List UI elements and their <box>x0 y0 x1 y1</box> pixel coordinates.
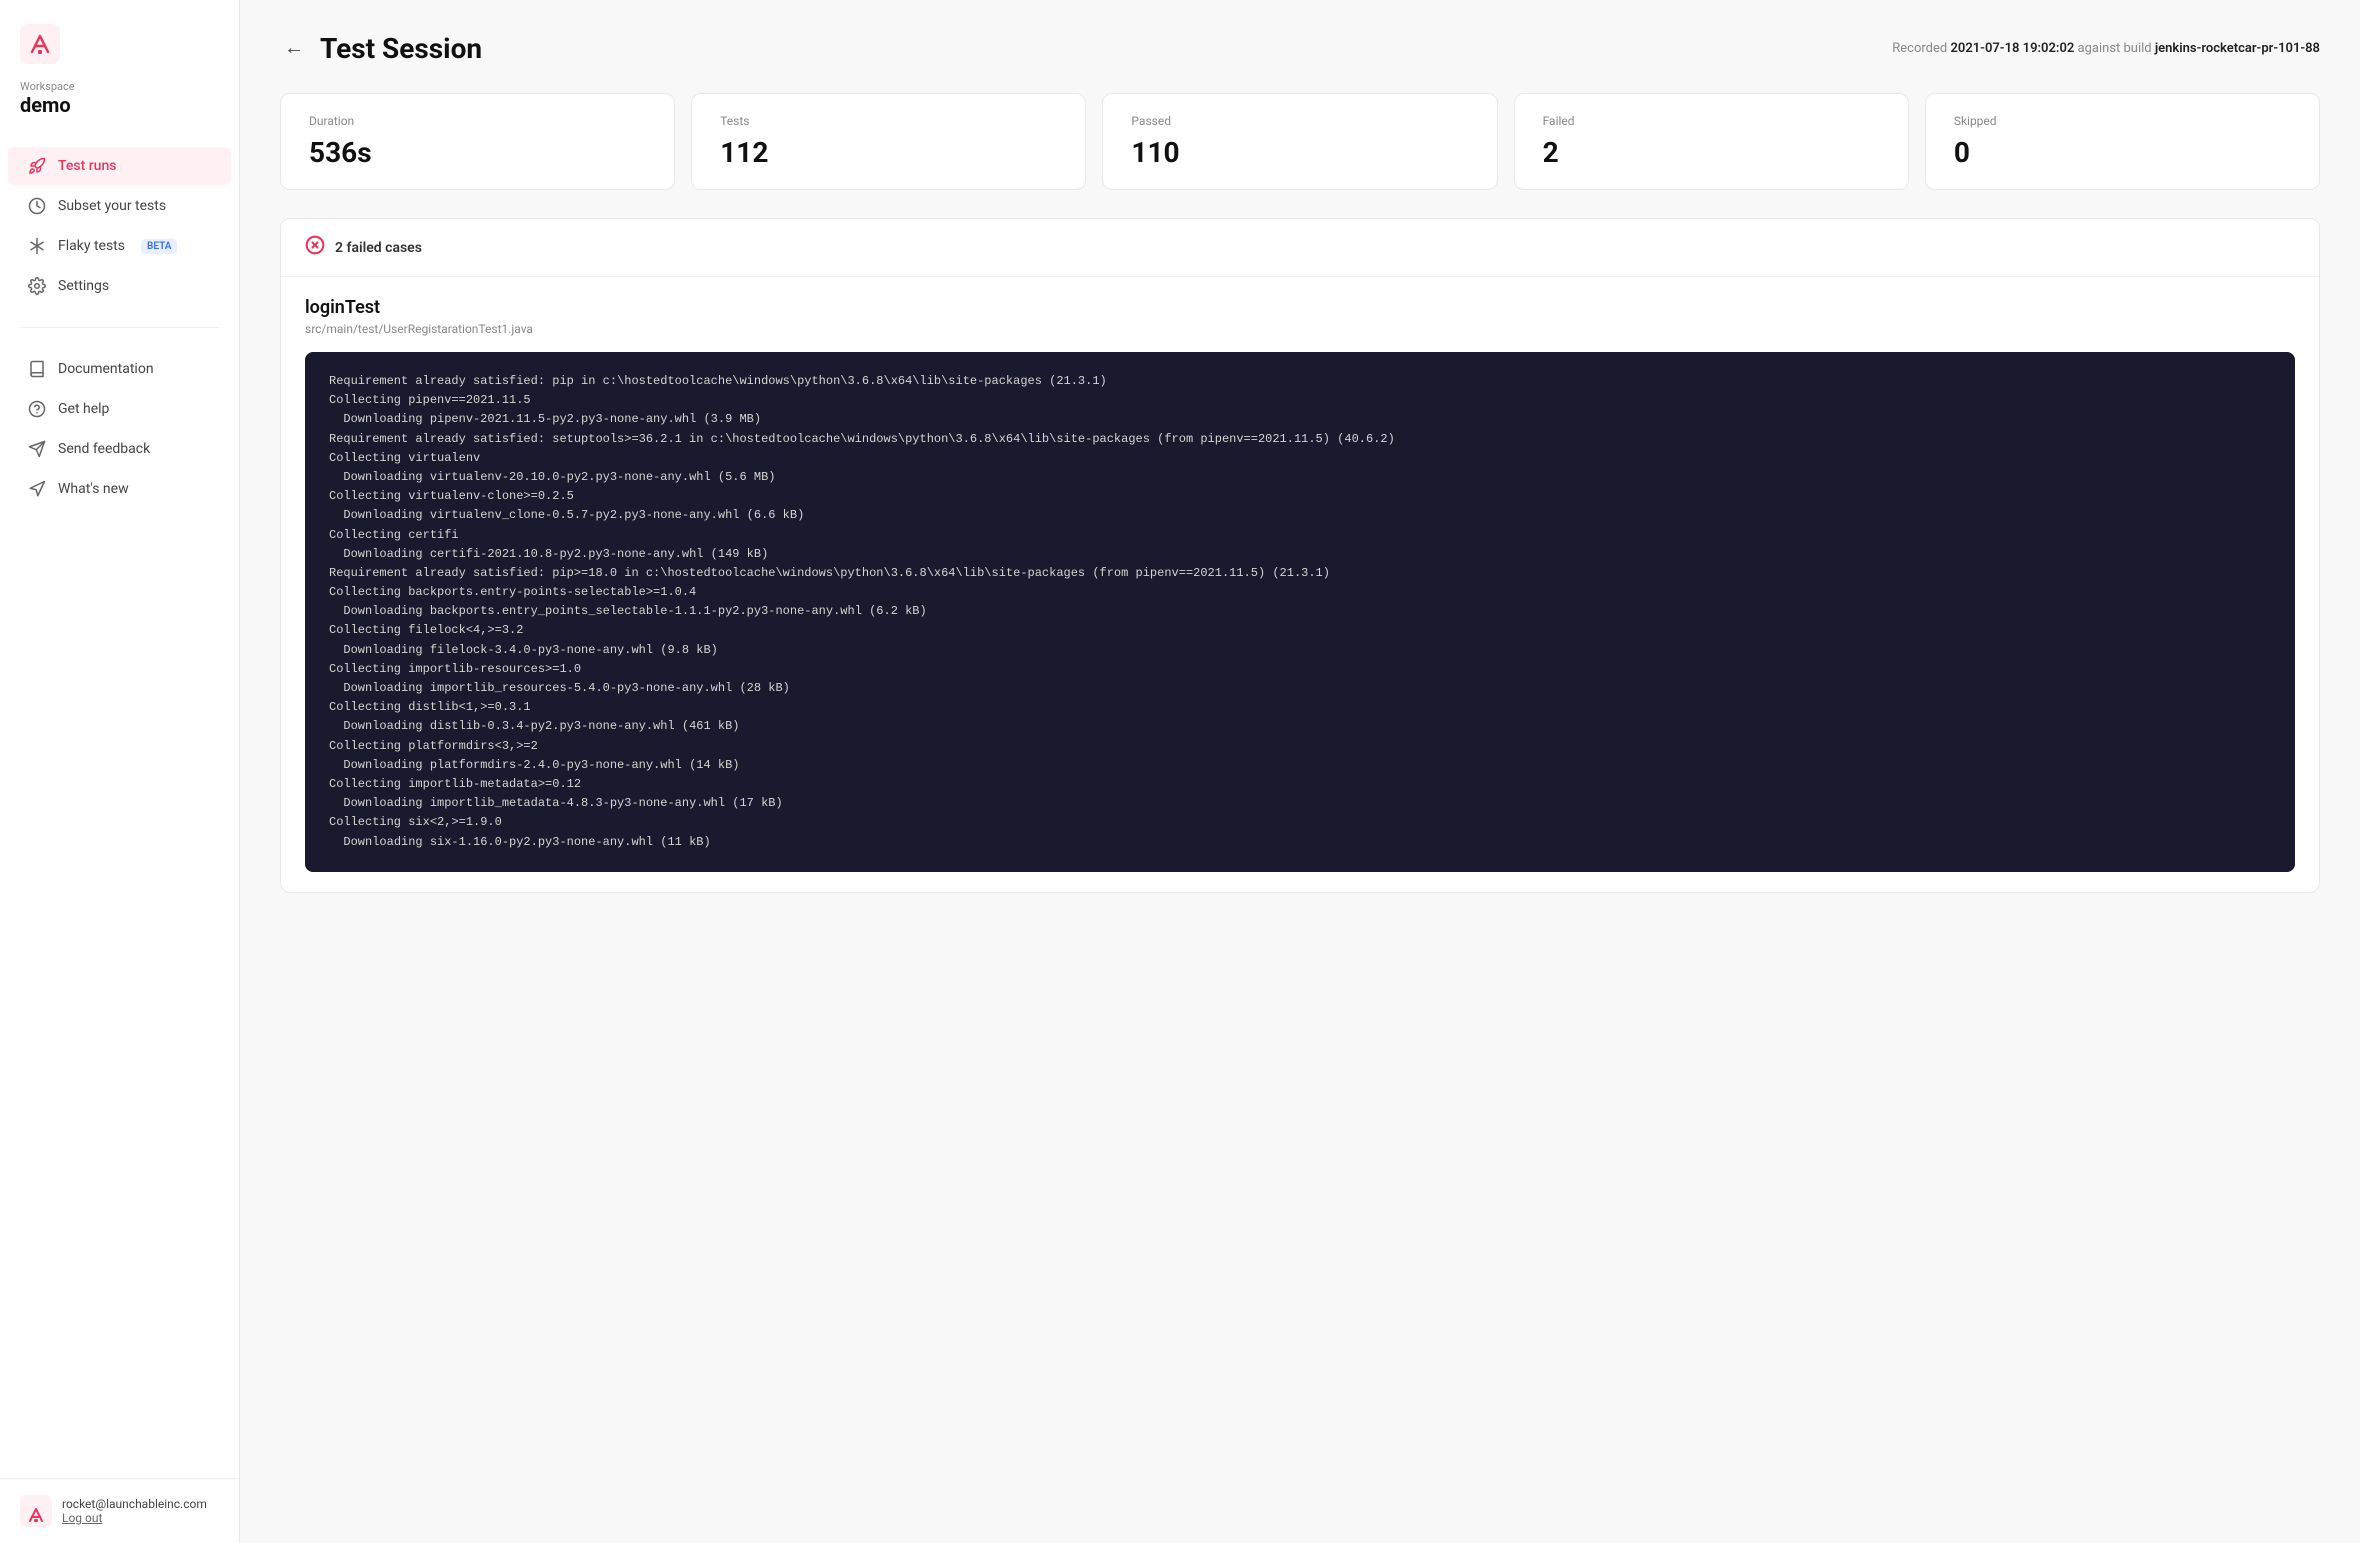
stat-value-failed: 2 <box>1543 136 1880 169</box>
stat-value-passed: 110 <box>1131 136 1468 169</box>
meta-datetime: 2021-07-18 19:02:02 <box>1950 41 2074 56</box>
sidebar-item-test-runs[interactable]: Test runs <box>8 147 231 185</box>
beta-badge: BETA <box>141 239 177 254</box>
failed-section: 2 failed cases loginTest src/main/test/U… <box>280 218 2320 893</box>
asterisk-icon <box>28 237 46 255</box>
user-info: rocket@launchableinc.com Log out <box>62 1497 219 1525</box>
stat-card-duration: Duration 536s <box>280 93 675 190</box>
meta-prefix: Recorded <box>1892 41 1947 56</box>
sidebar-item-label-docs: Documentation <box>58 361 154 377</box>
test-case-name: loginTest <box>305 297 2295 318</box>
sidebar-item-label-test-runs: Test runs <box>58 158 116 174</box>
clock-icon <box>28 197 46 215</box>
terminal-output: Requirement already satisfied: pip in c:… <box>305 352 2295 872</box>
test-case-path: src/main/test/UserRegistarationTest1.jav… <box>305 322 2295 336</box>
stat-card-passed: Passed 110 <box>1102 93 1497 190</box>
stats-row: Duration 536s Tests 112 Passed 110 Faile… <box>280 93 2320 190</box>
sidebar-bottom-nav: Documentation Get help Send feedback <box>0 340 239 518</box>
user-email: rocket@launchableinc.com <box>62 1497 219 1511</box>
stat-label-duration: Duration <box>309 114 646 128</box>
book-icon <box>28 360 46 378</box>
sidebar-item-send-feedback[interactable]: Send feedback <box>8 430 231 468</box>
sidebar-item-label-settings: Settings <box>58 278 109 294</box>
workspace-name: demo <box>20 93 219 117</box>
stat-label-failed: Failed <box>1543 114 1880 128</box>
test-case-section: loginTest src/main/test/UserRegistaratio… <box>281 277 2319 872</box>
stat-card-skipped: Skipped 0 <box>1925 93 2320 190</box>
stat-card-failed: Failed 2 <box>1514 93 1909 190</box>
stat-value-skipped: 0 <box>1954 136 2291 169</box>
page-header-left: ← Test Session <box>280 32 482 65</box>
app-logo <box>20 24 60 64</box>
send-icon <box>28 440 46 458</box>
megaphone-icon <box>28 480 46 498</box>
stat-card-tests: Tests 112 <box>691 93 1086 190</box>
stat-label-tests: Tests <box>720 114 1057 128</box>
stat-value-tests: 112 <box>720 136 1057 169</box>
sidebar-nav: Test runs Subset your tests Flaky tests … <box>0 137 239 315</box>
stat-label-passed: Passed <box>1131 114 1468 128</box>
sidebar: Workspace demo Test runs Sub <box>0 0 240 1543</box>
sidebar-item-get-help[interactable]: Get help <box>8 390 231 428</box>
help-circle-icon <box>28 400 46 418</box>
sidebar-item-settings[interactable]: Settings <box>8 267 231 305</box>
sidebar-item-label-feedback: Send feedback <box>58 441 150 457</box>
stat-label-skipped: Skipped <box>1954 114 2291 128</box>
sidebar-item-whats-new[interactable]: What's new <box>8 470 231 508</box>
sidebar-item-flaky-tests[interactable]: Flaky tests BETA <box>8 227 231 265</box>
page-meta: Recorded 2021-07-18 19:02:02 against bui… <box>1892 41 2320 56</box>
workspace-label: Workspace <box>20 80 219 93</box>
back-button[interactable]: ← <box>280 33 308 64</box>
logout-button[interactable]: Log out <box>62 1511 219 1525</box>
meta-against: against build <box>2078 41 2155 56</box>
sidebar-item-label-subset: Subset your tests <box>58 198 166 214</box>
failed-circle-icon <box>305 235 325 260</box>
page-header: ← Test Session Recorded 2021-07-18 19:02… <box>280 32 2320 65</box>
gear-icon <box>28 277 46 295</box>
sidebar-item-label-whats-new: What's new <box>58 481 129 497</box>
rocket-icon <box>28 157 46 175</box>
sidebar-item-label-help: Get help <box>58 401 109 417</box>
sidebar-user-section: rocket@launchableinc.com Log out <box>0 1478 239 1543</box>
sidebar-item-documentation[interactable]: Documentation <box>8 350 231 388</box>
sidebar-item-subset-tests[interactable]: Subset your tests <box>8 187 231 225</box>
meta-build: jenkins-rocketcar-pr-101-88 <box>2155 41 2320 56</box>
sidebar-item-label-flaky: Flaky tests <box>58 238 125 254</box>
logo-area <box>0 0 239 80</box>
page-title: Test Session <box>320 32 482 65</box>
failed-title: 2 failed cases <box>335 240 422 256</box>
main-content: ← Test Session Recorded 2021-07-18 19:02… <box>240 0 2360 1543</box>
failed-header: 2 failed cases <box>281 219 2319 277</box>
workspace-info: Workspace demo <box>0 80 239 137</box>
user-avatar-icon <box>20 1495 52 1527</box>
sidebar-divider <box>20 327 219 328</box>
stat-value-duration: 536s <box>309 136 646 169</box>
